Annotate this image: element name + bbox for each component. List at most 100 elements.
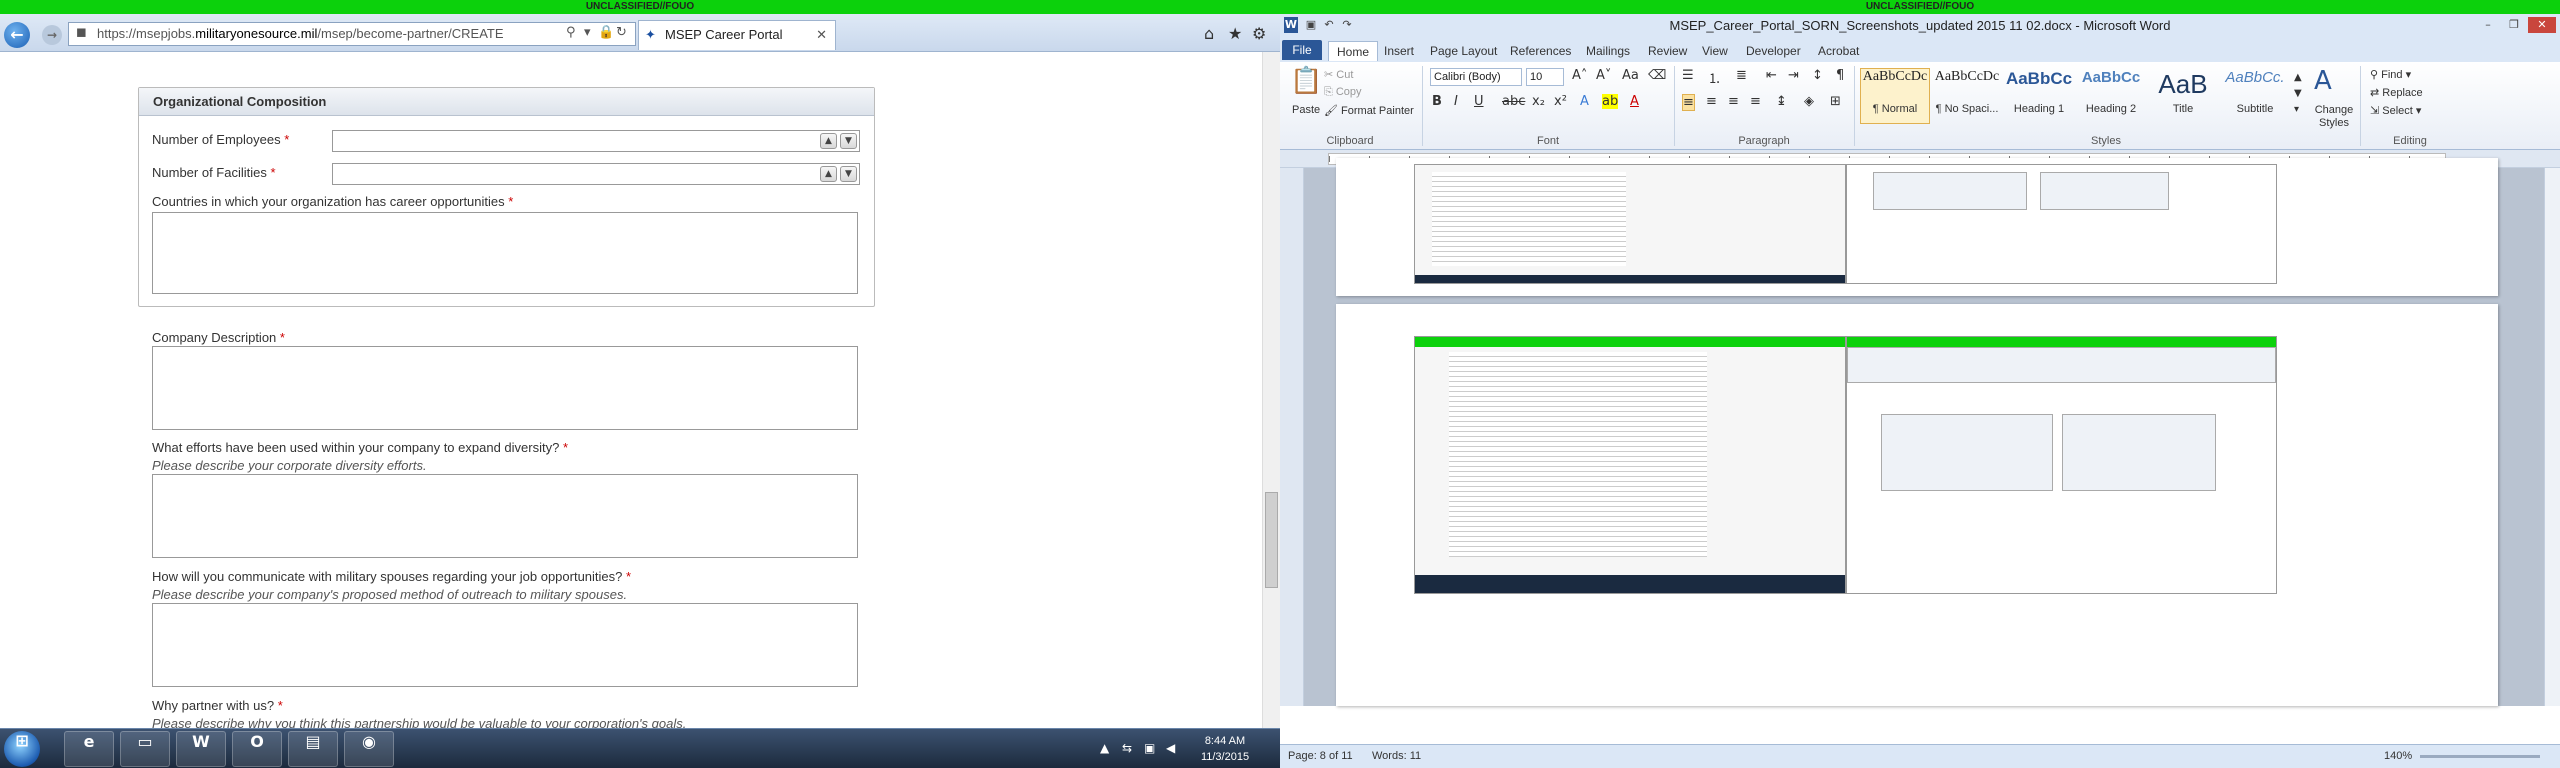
- zoom-level[interactable]: 140%: [2384, 750, 2412, 762]
- save-icon[interactable]: ▣: [1304, 17, 1318, 33]
- spin-up-icon[interactable]: ▲: [820, 133, 837, 149]
- outreach-field[interactable]: [152, 603, 858, 687]
- document-scrollbar[interactable]: [2544, 168, 2560, 706]
- address-bar[interactable]: https://msepjobs.militaryonesource.mil/m…: [68, 22, 636, 46]
- tab-developer[interactable]: Developer: [1738, 41, 1809, 61]
- refresh-icon[interactable]: ↻: [616, 25, 627, 40]
- line-spacing-icon[interactable]: ↨: [1776, 94, 1787, 109]
- spin-down-icon[interactable]: ▼: [840, 166, 857, 182]
- justify-icon[interactable]: ≡: [1750, 94, 1761, 109]
- word-taskbar-icon[interactable]: W: [176, 731, 226, 767]
- align-right-icon[interactable]: ≡: [1728, 94, 1739, 109]
- tab-review[interactable]: Review: [1640, 41, 1695, 61]
- decrease-indent-icon[interactable]: ⇤: [1766, 68, 1777, 83]
- grow-font-icon[interactable]: A˄: [1572, 68, 1587, 83]
- forward-button[interactable]: →: [42, 25, 62, 45]
- subscript-icon[interactable]: x₂: [1532, 94, 1545, 109]
- align-left-icon[interactable]: ≡: [1682, 94, 1695, 111]
- scrollbar-thumb[interactable]: [1265, 492, 1278, 588]
- multilevel-list-icon[interactable]: ≣: [1736, 68, 1747, 83]
- cut-button[interactable]: ✂ Cut: [1324, 68, 1353, 81]
- select-button[interactable]: ⇲ Select ▾: [2370, 104, 2421, 117]
- font-size-select[interactable]: 10: [1526, 68, 1564, 86]
- format-painter-button[interactable]: 🖌 Format Painter: [1324, 104, 1414, 117]
- style-heading-1[interactable]: AaBbCc Heading 1: [2004, 68, 2074, 124]
- tab-close-icon[interactable]: ✕: [816, 21, 827, 49]
- app-taskbar-icon[interactable]: ▤: [288, 731, 338, 767]
- facilities-stepper[interactable]: ▲ ▼: [332, 163, 860, 185]
- volume-icon[interactable]: ◀: [1166, 741, 1175, 755]
- description-field[interactable]: [152, 346, 858, 430]
- spin-up-icon[interactable]: ▲: [820, 166, 837, 182]
- bullets-icon[interactable]: ☰: [1682, 68, 1694, 83]
- maximize-icon[interactable]: ❐: [2502, 17, 2526, 33]
- diversity-field[interactable]: [152, 474, 858, 558]
- dropdown-icon[interactable]: ▾: [584, 25, 591, 40]
- word-count[interactable]: Words: 11: [1372, 750, 1421, 762]
- home-icon[interactable]: ⌂: [1204, 24, 1214, 43]
- undo-icon[interactable]: ↶: [1322, 17, 1336, 33]
- styles-scroll-icon[interactable]: ▲ ▼ ▾: [2294, 70, 2302, 118]
- strikethrough-icon[interactable]: abc: [1502, 94, 1525, 109]
- align-center-icon[interactable]: ≡: [1706, 94, 1717, 109]
- page-count[interactable]: Page: 8 of 11: [1288, 750, 1353, 762]
- outlook-taskbar-icon[interactable]: O: [232, 731, 282, 767]
- redo-icon[interactable]: ↷: [1340, 17, 1354, 33]
- zoom-slider[interactable]: [2420, 755, 2540, 758]
- superscript-icon[interactable]: x²: [1554, 94, 1567, 109]
- increase-indent-icon[interactable]: ⇥: [1788, 68, 1799, 83]
- countries-field[interactable]: [152, 212, 858, 294]
- style-subtitle[interactable]: AaBbCc. Subtitle: [2220, 68, 2290, 124]
- start-button[interactable]: ⊞: [4, 731, 40, 767]
- lock-icon[interactable]: 🔒: [598, 25, 614, 40]
- sync-icon[interactable]: ⇆: [1122, 741, 1132, 755]
- minimize-icon[interactable]: –: [2476, 17, 2500, 33]
- copy-button[interactable]: ⎘ Copy: [1324, 86, 1362, 99]
- change-styles-icon[interactable]: A: [2314, 66, 2332, 96]
- browser-tab[interactable]: ✦ MSEP Career Portal ✕: [638, 20, 836, 50]
- tab-mailings[interactable]: Mailings: [1578, 41, 1638, 61]
- ie-taskbar-icon[interactable]: e: [64, 731, 114, 767]
- bold-icon[interactable]: B: [1432, 94, 1442, 109]
- style-title[interactable]: AaB Title: [2148, 68, 2218, 124]
- font-color-icon[interactable]: A: [1630, 94, 1639, 109]
- gear-icon[interactable]: ⚙: [1252, 24, 1266, 43]
- text-effects-icon[interactable]: A: [1580, 94, 1589, 109]
- clear-format-icon[interactable]: ⌫: [1648, 68, 1666, 83]
- explorer-taskbar-icon[interactable]: ▭: [120, 731, 170, 767]
- underline-icon[interactable]: U: [1474, 94, 1484, 109]
- find-button[interactable]: ⚲ Find ▾: [2370, 68, 2411, 81]
- style-normal[interactable]: AaBbCcDc ¶ Normal: [1860, 68, 1930, 124]
- spin-down-icon[interactable]: ▼: [840, 133, 857, 149]
- italic-icon[interactable]: I: [1454, 94, 1458, 109]
- search-icon[interactable]: ⚲: [566, 25, 576, 40]
- tab-home[interactable]: Home: [1328, 41, 1379, 61]
- network-icon[interactable]: ▣: [1144, 741, 1155, 755]
- replace-button[interactable]: ⇄ Replace: [2370, 86, 2423, 99]
- close-icon[interactable]: ✕: [2528, 17, 2556, 33]
- tab-acrobat[interactable]: Acrobat: [1810, 41, 1867, 61]
- clock[interactable]: 8:44 AM 11/3/2015: [1190, 733, 1260, 765]
- shading-icon[interactable]: ◈: [1804, 94, 1814, 109]
- back-button[interactable]: ←: [4, 22, 30, 48]
- sort-icon[interactable]: ↕: [1812, 68, 1823, 83]
- favorites-icon[interactable]: ★: [1228, 24, 1242, 43]
- numbering-icon[interactable]: ⒈: [1708, 68, 1721, 87]
- tab-references[interactable]: References: [1502, 41, 1579, 61]
- change-case-icon[interactable]: Aa: [1622, 68, 1639, 83]
- shrink-font-icon[interactable]: A˅: [1596, 68, 1611, 83]
- style-heading-2[interactable]: AaBbCc Heading 2: [2076, 68, 2146, 124]
- paste-icon[interactable]: 📋: [1290, 66, 1322, 96]
- tab-page-layout[interactable]: Page Layout: [1422, 41, 1505, 61]
- tray-expand-icon[interactable]: ▲: [1100, 741, 1109, 755]
- vertical-ruler[interactable]: [1280, 168, 1304, 706]
- tab-view[interactable]: View: [1694, 41, 1736, 61]
- vertical-scrollbar[interactable]: [1262, 52, 1280, 730]
- firefox-taskbar-icon[interactable]: ◉: [344, 731, 394, 767]
- employees-stepper[interactable]: ▲ ▼: [332, 130, 860, 152]
- tab-insert[interactable]: Insert: [1376, 41, 1422, 61]
- style-no-spacing[interactable]: AaBbCcDc ¶ No Spaci...: [1932, 68, 2002, 124]
- change-styles-button[interactable]: Change Styles: [2310, 104, 2358, 130]
- pilcrow-icon[interactable]: ¶: [1836, 68, 1844, 83]
- paste-button[interactable]: Paste: [1292, 104, 1320, 116]
